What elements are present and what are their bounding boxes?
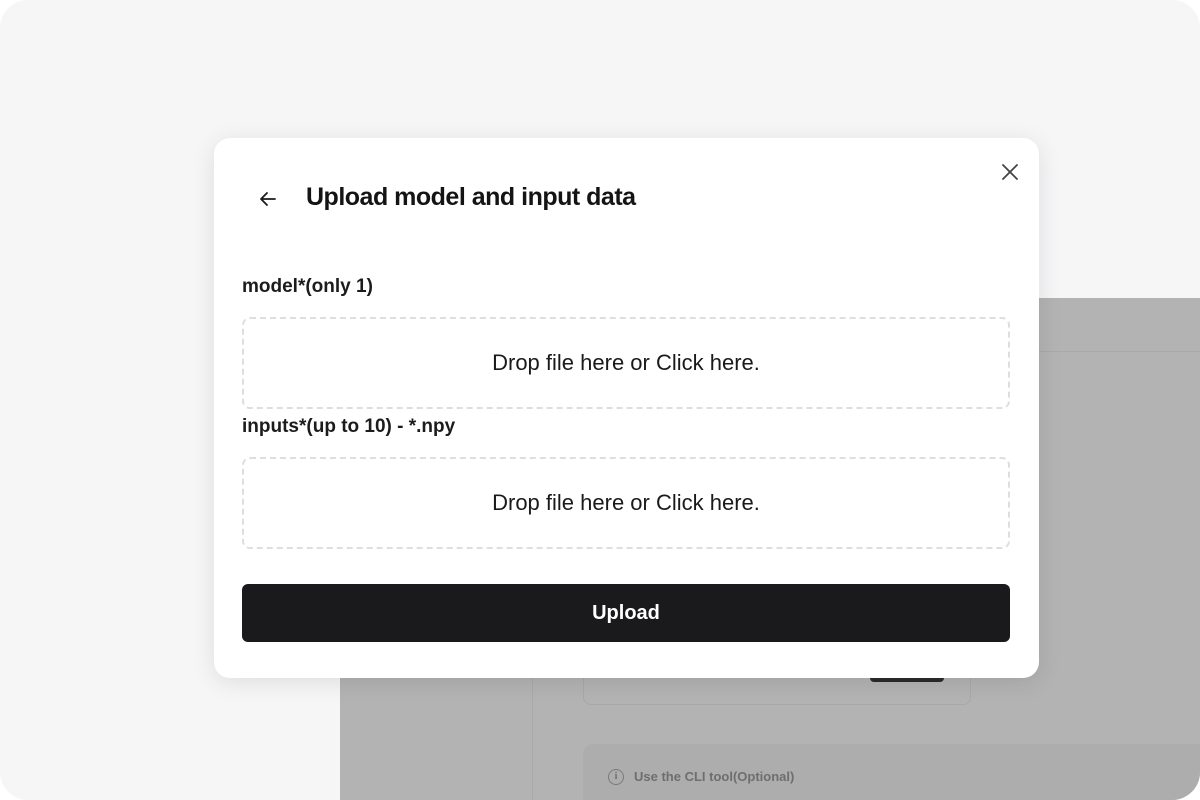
model-dropzone-text: Drop file here or Click here. bbox=[492, 350, 760, 375]
close-icon bbox=[1002, 164, 1018, 180]
info-icon: i bbox=[608, 769, 624, 785]
screen-frame: i Use the CLI tool(Optional) Upload mode… bbox=[0, 0, 1200, 800]
inputs-field-label: inputs*(up to 10) - *.npy bbox=[242, 416, 456, 437]
inputs-dropzone-text: Drop file here or Click here. bbox=[492, 490, 760, 515]
upload-button[interactable]: Upload bbox=[242, 584, 1010, 642]
upload-modal: Upload model and input data model*(only … bbox=[214, 138, 1039, 678]
model-dropzone[interactable]: Drop file here or Click here. bbox=[242, 317, 1010, 409]
cli-tool-hint: Use the CLI tool(Optional) bbox=[634, 769, 795, 784]
close-button[interactable] bbox=[998, 160, 1022, 184]
arrow-left-icon bbox=[260, 192, 276, 206]
inputs-dropzone[interactable]: Drop file here or Click here. bbox=[242, 457, 1010, 549]
modal-title: Upload model and input data bbox=[306, 183, 636, 211]
back-button[interactable] bbox=[256, 187, 280, 211]
model-field-label: model*(only 1) bbox=[242, 276, 373, 297]
background-info-panel: i Use the CLI tool(Optional) bbox=[583, 744, 1200, 800]
